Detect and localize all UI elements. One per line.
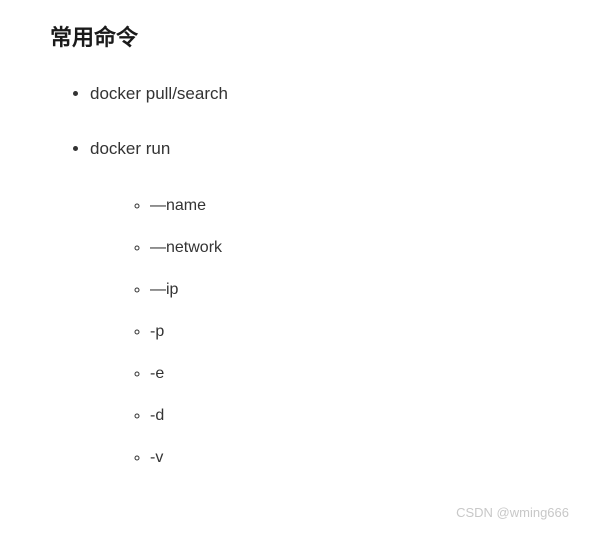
section-heading: 常用命令 <box>50 20 541 52</box>
option-item: —ip <box>150 278 541 302</box>
option-item: -d <box>150 404 541 428</box>
list-item: docker pull/search <box>90 80 541 107</box>
list-item-label: docker pull/search <box>90 84 228 103</box>
list-item: docker run —name —network —ip -p -e -d -… <box>90 135 541 470</box>
option-item: -v <box>150 446 541 470</box>
option-item: —name <box>150 194 541 218</box>
command-list: docker pull/search docker run —name —net… <box>50 80 541 470</box>
option-item: -e <box>150 362 541 386</box>
option-list: —name —network —ip -p -e -d -v <box>90 194 541 470</box>
watermark: CSDN @wming666 <box>456 505 569 520</box>
list-item-label: docker run <box>90 139 170 158</box>
option-item: —network <box>150 236 541 260</box>
option-item: -p <box>150 320 541 344</box>
